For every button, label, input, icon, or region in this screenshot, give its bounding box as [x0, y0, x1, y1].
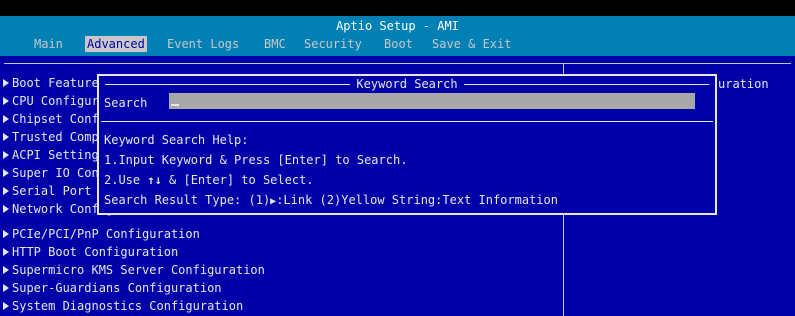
help-line-3-start: Search Result Type: (1): [104, 193, 271, 207]
dialog-title: Keyword Search: [99, 77, 715, 91]
menu-item-boot-feature[interactable]: Boot Feature: [3, 75, 99, 91]
help-line-1: 1.Input Keyword & Press [Enter] to Searc…: [104, 153, 408, 167]
header: Aptio Setup - AMI Main Advanced Event Lo…: [0, 16, 795, 56]
menu-item-label: Boot Feature: [12, 76, 99, 90]
search-label: Search: [104, 96, 148, 110]
submenu-arrow-icon: [3, 169, 9, 177]
menu-item-label: ACPI Settings: [12, 148, 106, 162]
tab-security[interactable]: Security: [302, 36, 364, 52]
menu-item-system-diagnostics-configuration[interactable]: System Diagnostics Configuration: [3, 298, 244, 314]
keyword-search-dialog: Keyword Search Search Keyword Search Hel…: [97, 74, 717, 215]
submenu-arrow-icon: [3, 230, 9, 238]
dialog-title-text: Keyword Search: [350, 77, 464, 91]
up-down-arrows-icon: ↑↓: [147, 173, 162, 187]
frame-top-border: [4, 63, 791, 64]
menu-item-http-boot-configuration[interactable]: HTTP Boot Configuration: [3, 244, 179, 260]
submenu-arrow-icon: [3, 205, 9, 213]
tab-bmc[interactable]: BMC: [262, 36, 288, 52]
menu-item-label: System Diagnostics Configuration: [12, 299, 244, 313]
text-cursor: [171, 104, 179, 106]
search-input[interactable]: [169, 93, 695, 109]
menu-item-label: HTTP Boot Configuration: [12, 245, 179, 259]
dialog-separator: [101, 121, 713, 122]
submenu-arrow-icon: [3, 302, 9, 310]
submenu-arrow-icon: [3, 151, 9, 159]
submenu-arrow-icon: [3, 133, 9, 141]
help-title: Keyword Search Help:: [104, 133, 249, 147]
menu-item-label: PCIe/PCI/PnP Configuration: [12, 227, 200, 241]
help-line-2-start: 2.Use: [104, 173, 148, 187]
help-panel-text: uration: [718, 77, 769, 91]
help-line-3-end: :Link (2)Yellow String:Text Information: [276, 193, 558, 207]
tab-save-exit[interactable]: Save & Exit: [430, 36, 513, 52]
submenu-arrow-icon: [3, 187, 9, 195]
submenu-arrow-icon: [3, 284, 9, 292]
tab-event-logs[interactable]: Event Logs: [165, 36, 241, 52]
menu-item-supermicro-kms-server-configuration[interactable]: Supermicro KMS Server Configuration: [3, 262, 265, 278]
submenu-arrow-icon: [3, 266, 9, 274]
menu-item-label: Super-Guardians Configuration: [12, 281, 222, 295]
tab-main[interactable]: Main: [32, 36, 65, 52]
menu-item-label: Supermicro KMS Server Configuration: [12, 263, 265, 277]
menu-item-super-guardians-configuration[interactable]: Super-Guardians Configuration: [3, 280, 222, 296]
submenu-arrow-icon: [3, 115, 9, 123]
help-line-3: Search Result Type: (1)▶:Link (2)Yellow …: [104, 192, 558, 210]
menu-item-acpi-settings[interactable]: ACPI Settings: [3, 147, 106, 163]
menu-item-pcie-pci-pnp-configuration[interactable]: PCIe/PCI/PnP Configuration: [3, 226, 200, 242]
app-title: Aptio Setup - AMI: [336, 19, 459, 33]
submenu-arrow-icon: [3, 97, 9, 105]
tab-boot[interactable]: Boot: [382, 36, 415, 52]
help-line-2: 2.Use ↑↓ & [Enter] to Select.: [104, 172, 314, 188]
submenu-arrow-icon: [3, 248, 9, 256]
help-line-2-end: & [Enter] to Select.: [161, 173, 314, 187]
top-black-bar: [0, 0, 795, 16]
tab-advanced[interactable]: Advanced: [85, 36, 147, 52]
submenu-arrow-icon: [3, 79, 9, 87]
